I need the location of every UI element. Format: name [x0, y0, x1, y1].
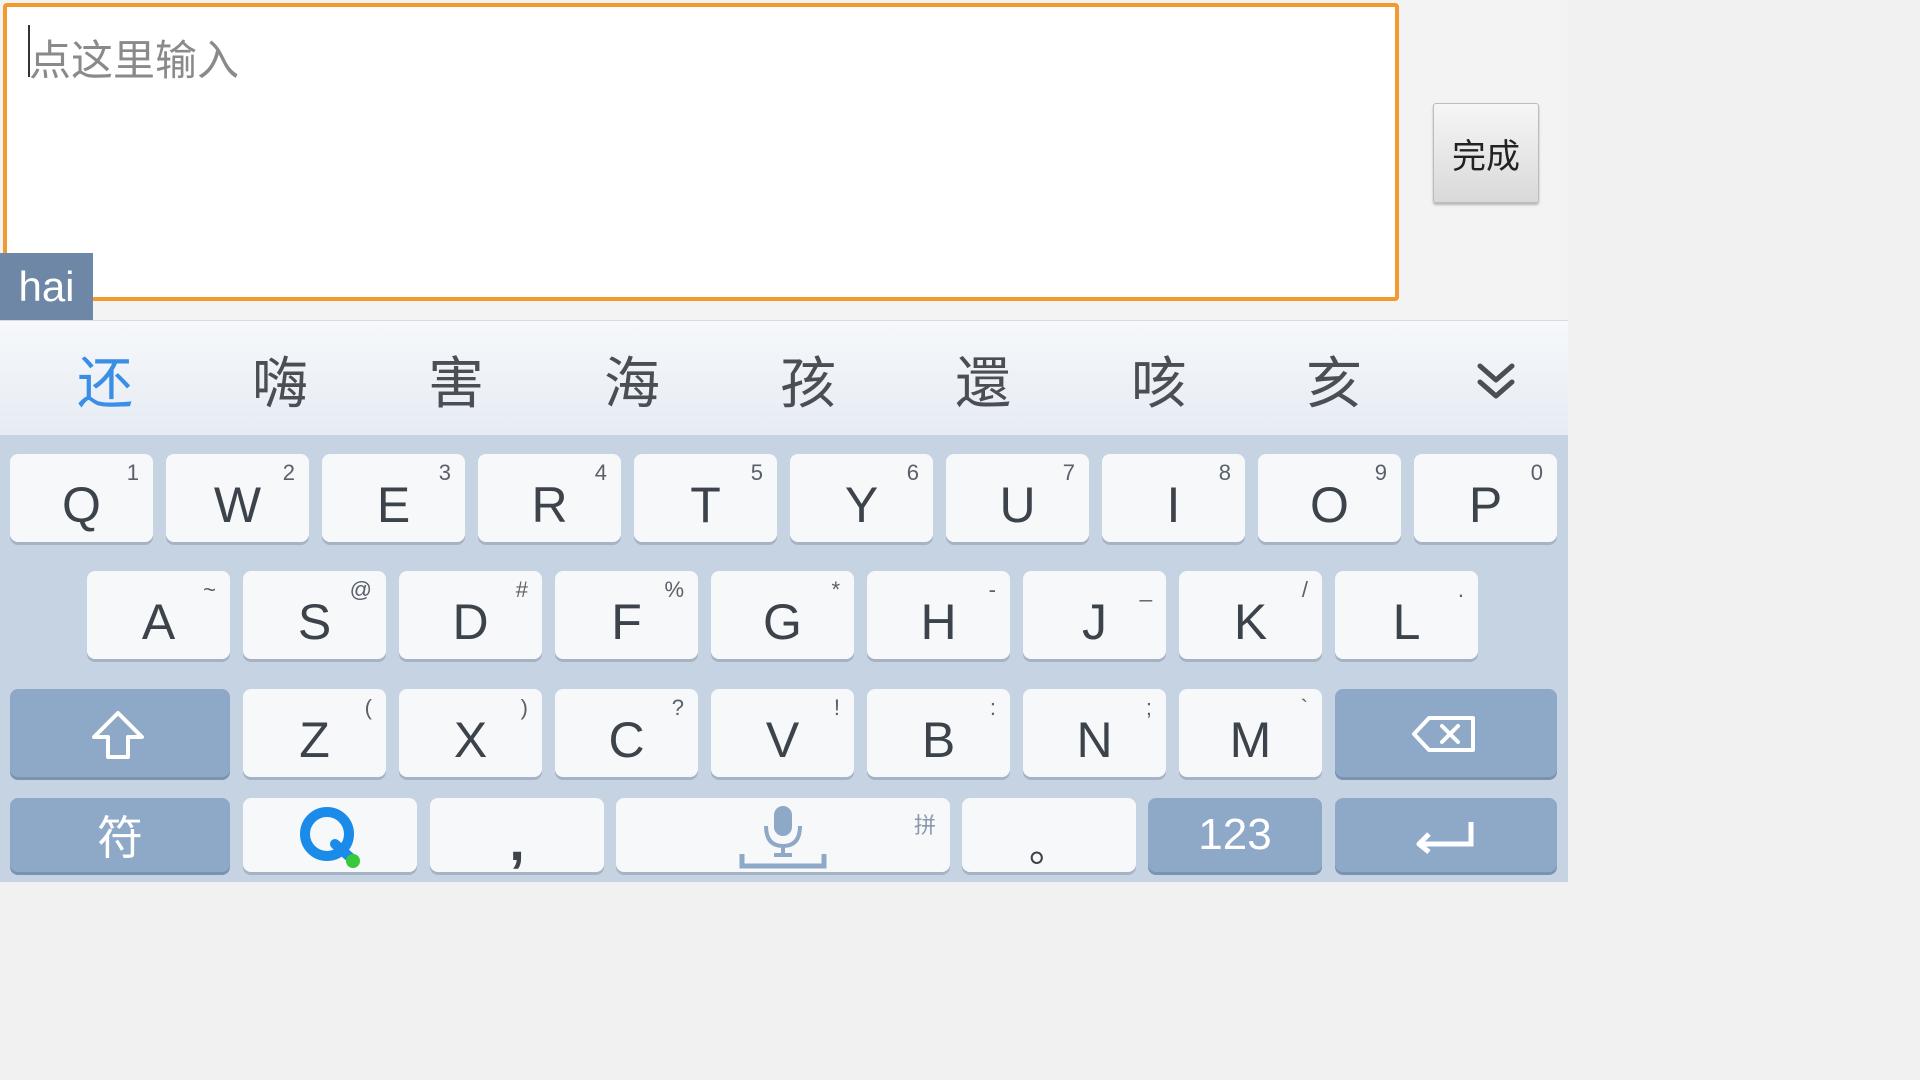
key-b[interactable]: : B: [867, 689, 1010, 777]
candidate-item[interactable]: 咳: [1099, 339, 1219, 420]
key-t[interactable]: 5 T: [634, 454, 777, 542]
candidate-item[interactable]: 還: [923, 339, 1043, 420]
key-d[interactable]: # D: [399, 571, 542, 659]
shift-icon: [92, 711, 144, 759]
period-key[interactable]: 。: [962, 798, 1136, 872]
key-r[interactable]: 4 R: [478, 454, 621, 542]
keyboard: 1 Q 2 W 3 E 4 R 5 T 6 Y 7 U 8 I 9 O 0 P …: [0, 435, 1568, 882]
key-label: S: [297, 594, 332, 650]
comma-key[interactable]: ,: [430, 798, 604, 872]
key-label: ,: [509, 808, 525, 872]
key-y[interactable]: 6 Y: [790, 454, 933, 542]
key-f[interactable]: % F: [555, 571, 698, 659]
expand-candidates-icon[interactable]: [1470, 360, 1522, 404]
key-u[interactable]: 7 U: [946, 454, 1089, 542]
key-g[interactable]: * G: [711, 571, 854, 659]
symbols-key[interactable]: 符: [10, 798, 230, 872]
key-label: L: [1392, 594, 1421, 650]
key-a[interactable]: ~ A: [87, 571, 230, 659]
candidate-item[interactable]: 孩: [748, 339, 868, 420]
key-label: 。: [1029, 825, 1069, 871]
ime-logo-key[interactable]: [243, 798, 417, 872]
microphone-icon: [739, 806, 827, 869]
shift-key[interactable]: [10, 689, 230, 777]
key-k[interactable]: / K: [1179, 571, 1322, 659]
key-label: A: [141, 594, 176, 650]
key-i[interactable]: 8 I: [1102, 454, 1245, 542]
key-v[interactable]: ! V: [711, 689, 854, 777]
key-q[interactable]: 1 Q: [10, 454, 153, 542]
candidate-item[interactable]: 嗨: [220, 339, 340, 420]
key-n[interactable]: ; N: [1023, 689, 1166, 777]
backspace-icon: [1412, 716, 1475, 752]
key-label: 123: [1198, 810, 1272, 859]
key-label: H: [920, 594, 957, 650]
backspace-key[interactable]: [1335, 689, 1557, 777]
key-label: O: [1310, 477, 1349, 533]
ime-logo-icon: [300, 807, 360, 868]
numbers-key[interactable]: 123: [1148, 798, 1322, 872]
key-p[interactable]: 0 P: [1414, 454, 1557, 542]
key-e[interactable]: 3 E: [322, 454, 465, 542]
app-area: 点这里输入 完成 hai: [0, 0, 1568, 320]
key-label: E: [376, 477, 411, 533]
key-label: Z: [299, 712, 330, 768]
enter-key[interactable]: [1335, 798, 1557, 872]
enter-icon: [1416, 822, 1474, 854]
text-input[interactable]: 点这里输入: [3, 3, 1399, 301]
key-l[interactable]: . L: [1335, 571, 1478, 659]
composing-text: hai: [0, 253, 93, 320]
key-label: F: [611, 594, 642, 650]
candidate-bar: 还 嗨 害 海 孩 還 咳 亥: [0, 320, 1568, 435]
key-label: M: [1229, 712, 1272, 768]
key-label: R: [531, 477, 568, 533]
key-c[interactable]: ? C: [555, 689, 698, 777]
key-label: Y: [844, 477, 879, 533]
key-label: U: [999, 477, 1036, 533]
key-s[interactable]: @ S: [243, 571, 386, 659]
done-button[interactable]: 完成: [1433, 103, 1539, 203]
space-voice-key[interactable]: 拼: [616, 798, 950, 872]
key-label: G: [763, 594, 802, 650]
key-label: T: [690, 477, 721, 533]
key-label: V: [765, 712, 800, 768]
key-m[interactable]: ` M: [1179, 689, 1322, 777]
key-h[interactable]: - H: [867, 571, 1010, 659]
candidate-item[interactable]: 亥: [1274, 339, 1394, 420]
key-label: J: [1082, 594, 1107, 650]
key-label: C: [608, 712, 645, 768]
candidate-item[interactable]: 害: [396, 339, 516, 420]
key-w[interactable]: 2 W: [166, 454, 309, 542]
key-label: P: [1468, 477, 1503, 533]
key-label: N: [1076, 712, 1113, 768]
key-x[interactable]: ) X: [399, 689, 542, 777]
key-label: 符: [97, 811, 143, 865]
pinyin-indicator: 拼: [913, 814, 936, 839]
input-placeholder: 点这里输入: [29, 36, 240, 85]
candidate-item[interactable]: 还: [45, 339, 165, 420]
key-j[interactable]: _ J: [1023, 571, 1166, 659]
key-z[interactable]: ( Z: [243, 689, 386, 777]
key-label: X: [453, 712, 488, 768]
key-o[interactable]: 9 O: [1258, 454, 1401, 542]
key-label: I: [1166, 477, 1181, 533]
key-label: K: [1233, 594, 1268, 650]
key-label: D: [452, 594, 489, 650]
candidate-item[interactable]: 海: [572, 339, 692, 420]
key-label: B: [921, 712, 956, 768]
key-label: Q: [62, 477, 101, 533]
key-label: W: [213, 477, 262, 533]
